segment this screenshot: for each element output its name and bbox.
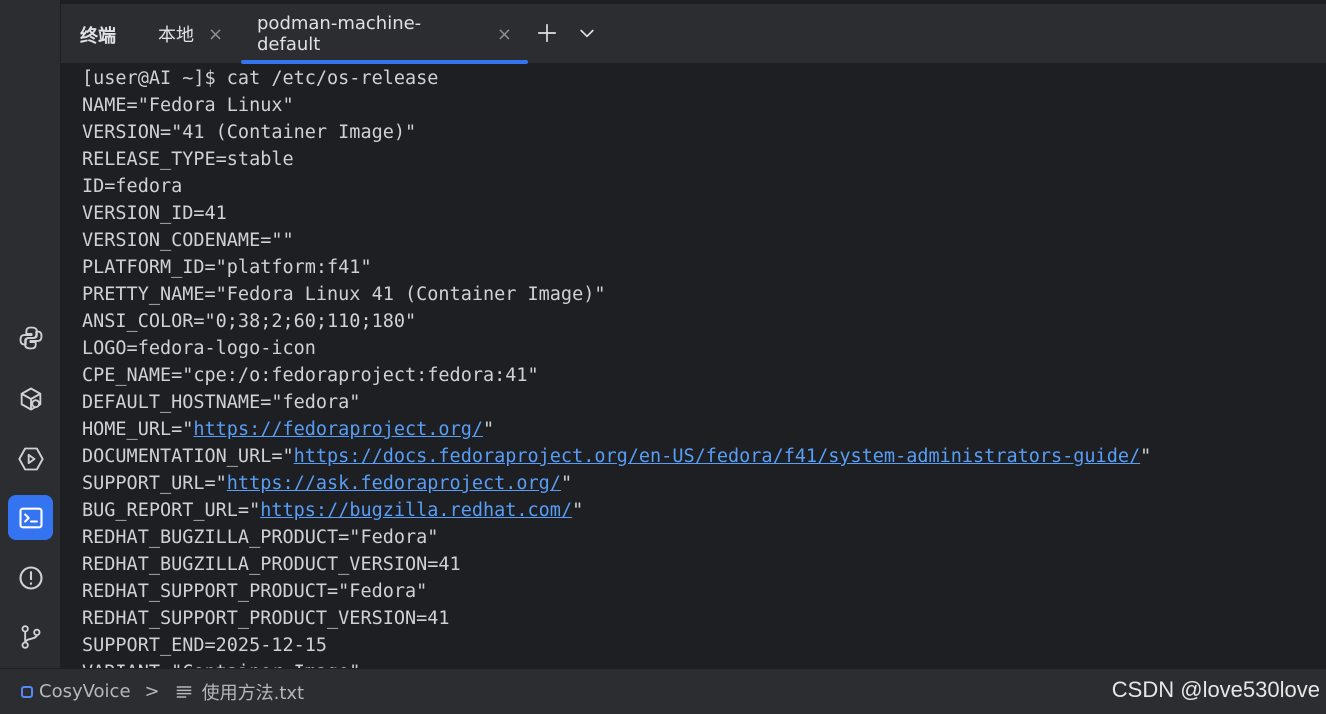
terminal-line: ID=fedora — [82, 176, 183, 197]
terminal-line: [user@AI ~]$ cat /etc/os-release — [82, 68, 439, 89]
line-prefix: BUG_REPORT_URL=" — [82, 500, 261, 521]
tab-options-button[interactable] — [574, 20, 600, 46]
terminal-line: DEFAULT_HOSTNAME="fedora" — [82, 392, 361, 413]
breadcrumb-project[interactable]: CosyVoice — [39, 681, 131, 702]
terminal-line: PLATFORM_ID="platform:f41" — [82, 257, 372, 278]
chevron-right-icon: > — [144, 681, 160, 702]
tab-close-icon[interactable]: × — [208, 24, 223, 45]
terminal-line: VARIANT="Container Image" — [82, 659, 1151, 668]
python-console-button[interactable] — [8, 315, 53, 360]
line-prefix: DOCUMENTATION_URL=" — [82, 446, 294, 467]
project-icon — [21, 685, 33, 698]
tab-close-icon[interactable]: × — [497, 24, 512, 45]
terminal-line: RELEASE_TYPE=stable — [82, 149, 294, 170]
line-prefix: SUPPORT_URL=" — [82, 473, 227, 494]
tab-podman-machine-default[interactable]: podman-machine-default × — [241, 4, 528, 64]
terminal-line: PRETTY_NAME="Fedora Linux 41 (Container … — [82, 284, 606, 305]
git-icon — [21, 624, 40, 649]
terminal-line: VERSION_ID=41 — [82, 203, 227, 224]
terminal-line: REDHAT_BUGZILLA_PRODUCT="Fedora" — [82, 527, 439, 548]
terminal-line: REDHAT_SUPPORT_PRODUCT_VERSION=41 — [82, 608, 450, 629]
terminal-line: SUPPORT_END=2025-12-15 — [82, 635, 328, 656]
line-prefix: HOME_URL=" — [82, 419, 194, 440]
line-suffix: " — [482, 419, 495, 440]
terminal-line: REDHAT_BUGZILLA_PRODUCT_VERSION=41 — [82, 554, 461, 575]
text-file-icon — [176, 685, 192, 698]
terminal-link[interactable]: https://ask.fedoraproject.org/ — [227, 473, 561, 494]
terminal-button[interactable] — [8, 495, 53, 540]
tab-label: podman-machine-default — [257, 13, 422, 55]
terminal-line: SUPPORT_URL="https://ask.fedoraproject.o… — [82, 470, 1151, 497]
python-icon — [19, 326, 42, 349]
breadcrumb: CosyVoice > 使用方法.txt — [0, 679, 304, 705]
terminal-line: DOCUMENTATION_URL="https://docs.fedorapr… — [82, 443, 1151, 470]
terminal-line: CPE_NAME="cpe:/o:fedoraproject:fedora:41… — [82, 365, 539, 386]
terminal-tab-bar: 终端 本地 × podman-machine-default × — [61, 0, 1326, 64]
terminal-lines: [user@AI ~]$ cat /etc/os-release NAME="Fe… — [82, 65, 1151, 668]
ide-window: 终端 本地 × podman-machine-default × [user@A… — [0, 0, 1326, 714]
run-button[interactable] — [8, 436, 53, 481]
new-tab-button[interactable] — [534, 20, 560, 46]
terminal-line: VERSION="41 (Container Image)" — [82, 122, 417, 143]
tool-window-title: 终端 — [80, 26, 116, 47]
terminal-line: ANSI_COLOR="0;38;2;60;110;180" — [82, 311, 417, 332]
problems-icon — [18, 565, 43, 590]
tab-local[interactable]: 本地 × — [158, 4, 223, 64]
terminal-link[interactable]: https://bugzilla.redhat.com/ — [260, 500, 572, 521]
terminal-output[interactable]: [user@AI ~]$ cat /etc/os-release NAME="Fe… — [61, 64, 1326, 668]
terminal-line: BUG_REPORT_URL="https://bugzilla.redhat.… — [82, 497, 1151, 524]
chevron-down-icon — [580, 29, 594, 38]
terminal-link[interactable]: https://fedoraproject.org/ — [193, 419, 483, 440]
line-suffix: " — [1140, 446, 1152, 467]
services-button[interactable] — [8, 376, 53, 421]
watermark: CSDN @love530love — [1111, 677, 1320, 702]
terminal-line: NAME="Fedora Linux" — [82, 95, 294, 116]
terminal-line: HOME_URL="https://fedoraproject.org/" — [82, 416, 1151, 443]
line-suffix: " — [572, 500, 584, 521]
line-suffix: " — [560, 473, 573, 494]
terminal-line: LOGO=fedora-logo-icon — [82, 338, 316, 359]
terminal-line: VERSION_CODENAME="" — [82, 230, 294, 251]
plus-icon — [537, 23, 557, 43]
run-icon — [17, 447, 44, 470]
git-button[interactable] — [8, 614, 53, 659]
breadcrumb-file[interactable]: 使用方法.txt — [202, 679, 305, 705]
terminal-icon — [18, 507, 43, 528]
tool-window-strip — [0, 0, 61, 668]
tab-label: 本地 — [158, 25, 194, 46]
problems-button[interactable] — [8, 555, 53, 600]
status-bar: CosyVoice > 使用方法.txt CSDN @love530love — [0, 668, 1326, 714]
services-icon — [20, 387, 41, 410]
terminal-link[interactable]: https://docs.fedoraproject.org/en-US/fed… — [294, 446, 1140, 467]
terminal-line: REDHAT_SUPPORT_PRODUCT="Fedora" — [82, 581, 428, 602]
